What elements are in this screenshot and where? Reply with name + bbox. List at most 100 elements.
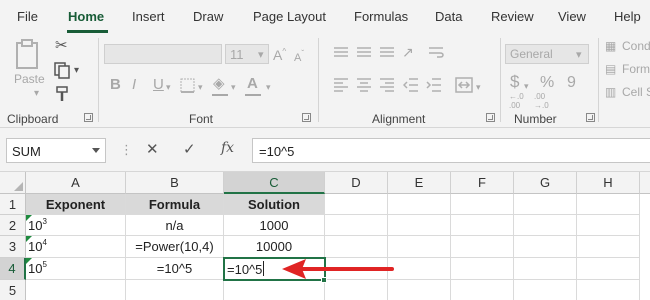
cell-h5[interactable] bbox=[577, 280, 640, 300]
cell-f2[interactable] bbox=[451, 215, 514, 236]
paste-label[interactable]: Paste bbox=[14, 72, 45, 86]
align-center-icon[interactable] bbox=[356, 78, 372, 92]
row-header-5[interactable]: 5 bbox=[0, 280, 26, 300]
format-as-table-label[interactable]: Form bbox=[622, 62, 650, 76]
cell-c2[interactable]: 1000 bbox=[224, 215, 325, 236]
chevron-down-icon[interactable]: ▾ bbox=[166, 79, 171, 95]
cell-b2[interactable]: n/a bbox=[126, 215, 224, 236]
align-right-icon[interactable] bbox=[379, 78, 395, 92]
column-header-f[interactable]: F bbox=[451, 172, 514, 194]
enter-button[interactable]: ✓ bbox=[183, 140, 196, 158]
select-all-button[interactable] bbox=[0, 172, 26, 194]
cell-d1[interactable] bbox=[325, 194, 388, 215]
font-name-dropdown[interactable] bbox=[104, 44, 222, 64]
format-as-table-icon[interactable]: ▤ bbox=[605, 61, 616, 77]
cell-g4[interactable] bbox=[514, 258, 577, 280]
font-color-icon[interactable]: A bbox=[247, 76, 258, 92]
number-dialog-launcher[interactable] bbox=[586, 113, 595, 122]
column-header-g[interactable]: G bbox=[514, 172, 577, 194]
copy-icon[interactable] bbox=[53, 61, 71, 79]
alignment-dialog-launcher[interactable] bbox=[486, 113, 495, 122]
italic-button[interactable]: I bbox=[132, 77, 136, 93]
cell-a1[interactable]: Exponent bbox=[26, 194, 126, 215]
middle-align-icon[interactable] bbox=[356, 47, 372, 59]
cell-d3[interactable] bbox=[325, 236, 388, 258]
column-header-e[interactable]: E bbox=[388, 172, 451, 194]
cut-icon[interactable]: ✂ bbox=[55, 38, 68, 54]
percent-button[interactable]: % bbox=[540, 75, 554, 91]
cell-c1[interactable]: Solution bbox=[224, 194, 325, 215]
column-header-b[interactable]: B bbox=[126, 172, 224, 194]
chevron-down-icon[interactable]: ▾ bbox=[524, 78, 529, 94]
copy-dropdown-icon[interactable]: ▾ bbox=[74, 63, 79, 79]
wrap-text-icon[interactable] bbox=[428, 47, 444, 59]
cell-d5[interactable] bbox=[325, 280, 388, 300]
insert-function-button[interactable]: fx bbox=[221, 140, 234, 156]
cancel-button[interactable]: ✕ bbox=[146, 140, 159, 158]
fill-color-icon[interactable]: ◈ bbox=[213, 76, 225, 92]
cell-a4[interactable]: 105 bbox=[26, 258, 126, 280]
cell-g5[interactable] bbox=[514, 280, 577, 300]
column-header-c[interactable]: C bbox=[224, 172, 325, 194]
cell-e3[interactable] bbox=[388, 236, 451, 258]
cell-c5[interactable] bbox=[224, 280, 325, 300]
cell-f1[interactable] bbox=[451, 194, 514, 215]
cell-a2[interactable]: 103 bbox=[26, 215, 126, 236]
align-left-icon[interactable] bbox=[333, 78, 349, 92]
cell-h1[interactable] bbox=[577, 194, 640, 215]
decrease-decimal-icon[interactable]: .00 →.0 bbox=[534, 92, 549, 110]
comma-button[interactable]: 9 bbox=[567, 75, 576, 91]
tab-page-layout[interactable]: Page Layout bbox=[253, 9, 326, 24]
cell-b4[interactable]: =10^5 bbox=[126, 258, 224, 280]
cell-a3[interactable]: 104 bbox=[26, 236, 126, 258]
tab-home[interactable]: Home bbox=[68, 9, 104, 24]
cell-e2[interactable] bbox=[388, 215, 451, 236]
name-box[interactable]: SUM bbox=[6, 138, 106, 163]
borders-icon[interactable] bbox=[180, 78, 195, 93]
cell-h3[interactable] bbox=[577, 236, 640, 258]
column-header-d[interactable]: D bbox=[325, 172, 388, 194]
currency-button[interactable]: $ bbox=[510, 73, 519, 90]
more-options-icon[interactable]: ⋮ bbox=[120, 142, 133, 158]
cell-f3[interactable] bbox=[451, 236, 514, 258]
conditional-formatting-icon[interactable]: ▦ bbox=[605, 38, 616, 54]
tab-data[interactable]: Data bbox=[435, 9, 462, 24]
cell-b5[interactable] bbox=[126, 280, 224, 300]
tab-file[interactable]: File bbox=[17, 9, 38, 24]
active-cell-editor[interactable]: =10^5 bbox=[227, 260, 265, 280]
bottom-align-icon[interactable] bbox=[379, 47, 395, 59]
cell-f4[interactable] bbox=[451, 258, 514, 280]
row-header-3[interactable]: 3 bbox=[0, 236, 26, 258]
cell-f5[interactable] bbox=[451, 280, 514, 300]
column-header-h[interactable]: H bbox=[577, 172, 640, 194]
cell-d2[interactable] bbox=[325, 215, 388, 236]
row-header-1[interactable]: 1 bbox=[0, 194, 26, 215]
cell-styles-icon[interactable]: ▥ bbox=[605, 84, 616, 100]
top-align-icon[interactable] bbox=[333, 47, 349, 59]
tab-insert[interactable]: Insert bbox=[132, 9, 165, 24]
cell-c3[interactable]: 10000 bbox=[224, 236, 325, 258]
cell-h4[interactable] bbox=[577, 258, 640, 280]
chevron-down-icon[interactable]: ▾ bbox=[34, 86, 39, 102]
tab-view[interactable]: View bbox=[558, 9, 586, 24]
format-painter-icon[interactable] bbox=[54, 85, 70, 103]
font-size-dropdown[interactable]: 11 ▾ bbox=[225, 44, 269, 64]
chevron-down-icon[interactable]: ▾ bbox=[231, 79, 236, 95]
cell-b1[interactable]: Formula bbox=[126, 194, 224, 215]
chevron-down-icon[interactable] bbox=[92, 148, 100, 153]
paste-icon[interactable] bbox=[14, 38, 42, 70]
cell-h2[interactable] bbox=[577, 215, 640, 236]
decrease-indent-icon[interactable] bbox=[403, 78, 419, 92]
chevron-down-icon[interactable]: ▾ bbox=[476, 79, 481, 95]
formula-input[interactable]: =10^5 bbox=[252, 138, 650, 163]
decrease-font-icon[interactable]: Aˇ bbox=[294, 46, 304, 66]
increase-indent-icon[interactable] bbox=[426, 78, 442, 92]
column-header-a[interactable]: A bbox=[26, 172, 126, 194]
bold-button[interactable]: B bbox=[110, 77, 121, 93]
chevron-down-icon[interactable]: ▾ bbox=[266, 79, 271, 95]
cell-e1[interactable] bbox=[388, 194, 451, 215]
tab-help[interactable]: Help bbox=[614, 9, 641, 24]
cell-b3[interactable]: =Power(10,4) bbox=[126, 236, 224, 258]
cell-g3[interactable] bbox=[514, 236, 577, 258]
tab-draw[interactable]: Draw bbox=[193, 9, 223, 24]
